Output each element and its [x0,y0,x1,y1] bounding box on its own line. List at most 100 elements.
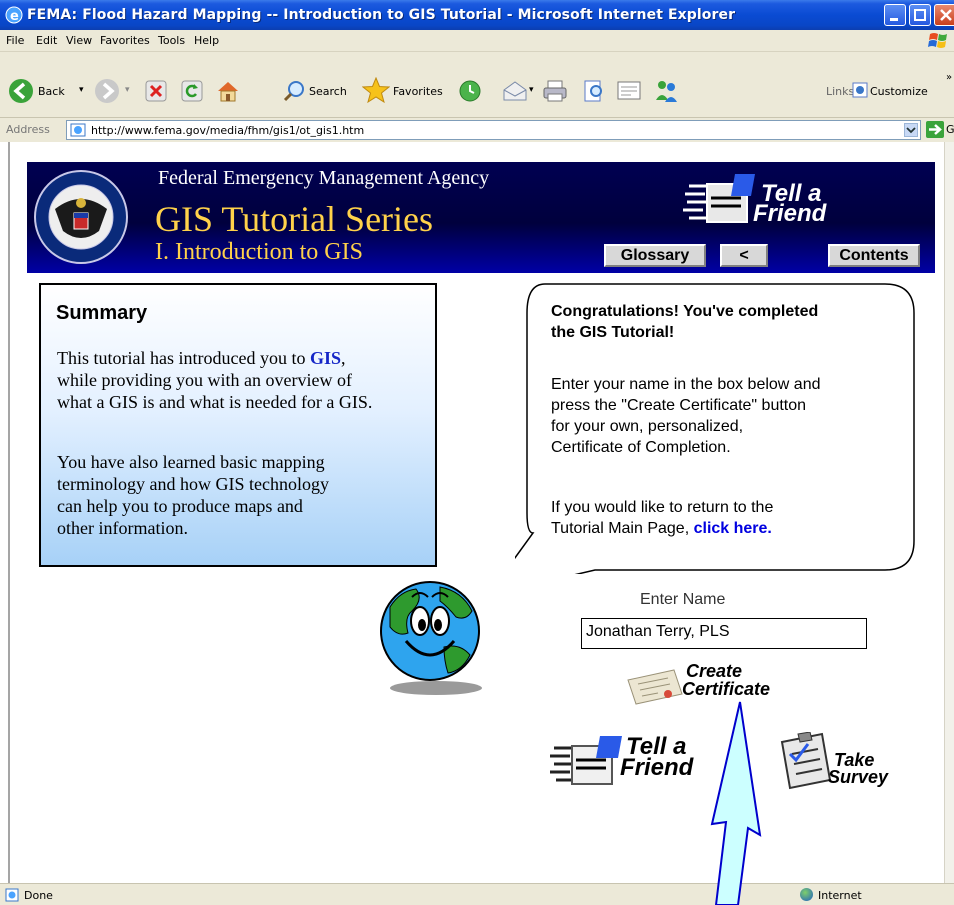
summary-paragraph-2: You have also learned basic mapping term… [57,451,427,539]
take-survey-line2: Survey [828,767,889,787]
customize-links-label[interactable]: Customize [870,85,928,98]
standard-toolbar: Back ▾ ▾ Search Favorites ▾ Links Custom… [0,52,954,118]
tell-a-friend-envelope-icon [683,174,755,223]
page-icon [70,123,86,137]
go-label[interactable]: Go [946,123,954,136]
tell-a-friend-banner-link[interactable]: Tell a Friend [681,174,851,234]
chapter-title: I. Introduction to GIS [155,239,363,265]
gis-glossary-link[interactable]: GIS [310,348,341,368]
summary-text: terminology and how GIS technology [57,474,329,494]
window-title: FEMA: Flood Hazard Mapping -- Introducti… [27,7,736,23]
enter-name-label: Enter Name [640,591,726,608]
menu-edit[interactable]: Edit [36,34,57,47]
series-title: GIS Tutorial Series [155,199,434,239]
take-survey-link[interactable]: Take Survey [772,731,912,796]
print-icon[interactable] [542,79,568,103]
windows-logo-icon [928,33,947,48]
menu-view[interactable]: View [66,34,92,47]
home-icon[interactable] [215,78,241,104]
forward-dropdown-icon[interactable]: ▾ [125,85,130,95]
edit-page-icon[interactable] [582,79,606,103]
discuss-icon[interactable] [616,79,642,103]
tell-a-friend-banner-line2: Friend [753,200,827,227]
address-bar: Address http://www.fema.gov/media/fhm/gi… [0,118,954,142]
name-input[interactable]: Jonathan Terry, PLS [581,618,867,649]
menu-help[interactable]: Help [194,34,219,47]
mail-icon[interactable] [502,80,528,102]
favorites-label[interactable]: Favorites [393,85,443,98]
menu-favorites[interactable]: Favorites [100,34,150,47]
chevron-down-icon [906,127,916,134]
customize-links-icon [852,82,868,98]
svg-text:e: e [10,9,19,24]
certificate-paper-icon [627,669,683,705]
header-banner: Federal Emergency Management Agency GIS … [27,162,935,273]
address-input[interactable]: http://www.fema.gov/media/fhm/gis1/ot_gi… [66,120,921,140]
go-button[interactable] [926,121,944,138]
mail-dropdown-icon[interactable]: ▾ [529,85,534,95]
status-text: Done [24,889,53,902]
search-icon[interactable] [282,79,306,103]
summary-text: You have also learned basic mapping [57,452,325,472]
instruction-line: press the "Create Certificate" button [551,397,807,414]
create-certificate-line2: Certificate [682,679,771,699]
summary-text: while providing you with an overview of [57,370,352,390]
return-line: Tutorial Main Page, [551,520,694,537]
menu-tools[interactable]: Tools [158,34,185,47]
maximize-icon [914,9,926,21]
status-bar: Done Internet [0,883,954,905]
back-arrow-icon[interactable] [8,78,34,104]
forward-arrow-icon[interactable] [94,78,120,104]
annotation-arrow [710,701,762,905]
instruction-line: for your own, personalized, [551,418,744,435]
search-label[interactable]: Search [309,85,347,98]
summary-text: what a GIS is and what is needed for a G… [57,392,373,412]
summary-text: , [341,348,346,368]
previous-page-button[interactable]: < [720,244,768,267]
maximize-button[interactable] [909,4,931,26]
instruction-line: Certificate of Completion. [551,439,731,456]
menu-file[interactable]: File [6,34,24,47]
minimize-button[interactable] [884,4,906,26]
favorites-star-icon[interactable] [362,77,390,103]
messenger-icon[interactable] [654,78,680,104]
glossary-button[interactable]: Glossary [604,244,706,267]
stop-icon[interactable] [145,80,167,102]
speech-bubble: Congratulations! You've completed the GI… [515,283,915,574]
return-line: If you would like to return to the [551,499,774,516]
globe-mascot-icon [380,581,482,695]
back-dropdown-icon[interactable]: ▾ [79,85,84,95]
address-dropdown-button[interactable] [904,123,918,137]
ie-logo-icon: e [5,6,23,24]
contents-button[interactable]: Contents [828,244,920,267]
close-button[interactable] [934,4,954,26]
tell-a-friend-envelope-icon [550,736,622,785]
summary-text: other information. [57,518,188,538]
summary-panel: Summary This tutorial has introduced you… [39,283,437,567]
main-page-link[interactable]: click here. [694,520,772,537]
congrats-line: Congratulations! You've completed [551,303,819,320]
browser-window: e FEMA: Flood Hazard Mapping -- Introduc… [0,0,954,905]
tell-a-friend-line2: Friend [620,754,694,781]
fema-seal-icon [34,170,128,264]
congrats-message: Congratulations! You've completed the GI… [551,301,818,343]
summary-text: can help you to produce maps and [57,496,303,516]
summary-paragraph-1: This tutorial has introduced you to GIS,… [57,347,427,413]
agency-name: Federal Emergency Management Agency [158,167,490,189]
links-label[interactable]: Links [826,85,854,98]
chevron-more-icon[interactable]: » [946,72,952,83]
page-done-icon [5,888,19,902]
address-label: Address [6,123,50,136]
summary-heading: Summary [56,302,148,324]
instruction-line: Enter your name in the box below and [551,376,821,393]
internet-zone-icon [800,888,813,901]
address-url[interactable]: http://www.fema.gov/media/fhm/gis1/ot_gi… [91,124,364,137]
history-icon[interactable] [458,79,482,103]
minimize-icon [890,18,898,21]
back-label[interactable]: Back [38,85,65,98]
summary-text: This tutorial has introduced you to [57,348,310,368]
go-arrow-icon [929,124,942,135]
congrats-line: the GIS Tutorial! [551,324,675,341]
refresh-icon[interactable] [181,80,203,102]
vertical-scrollbar[interactable] [944,142,954,883]
